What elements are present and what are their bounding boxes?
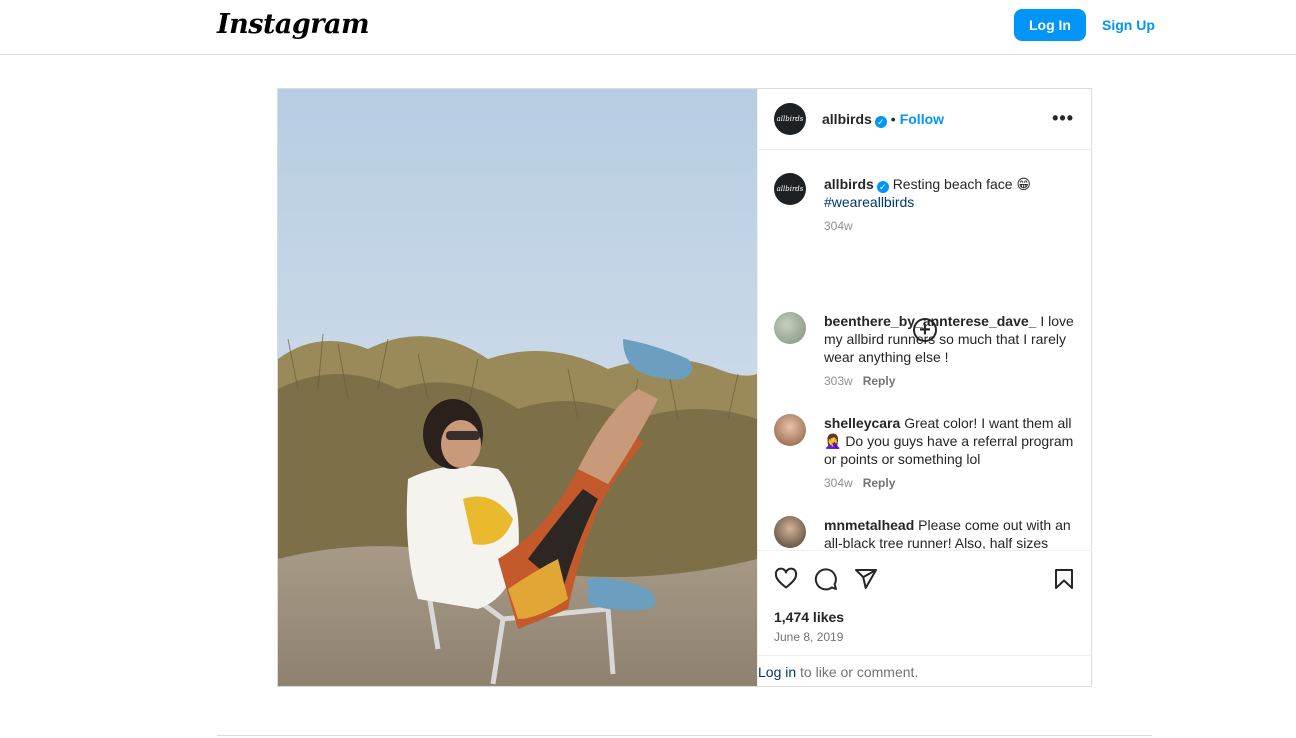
author-username[interactable]: allbirds: [822, 111, 872, 127]
comment-username[interactable]: beenthere_by_annterese_dave_: [824, 313, 1036, 329]
caption-age: 304w: [824, 219, 853, 233]
login-link[interactable]: Log in: [758, 664, 796, 680]
caption-avatar[interactable]: allbirds: [774, 173, 806, 205]
comment-meta: 304w Reply: [824, 474, 1079, 492]
commenter-avatar[interactable]: [774, 414, 806, 446]
heart-icon[interactable]: [774, 567, 798, 591]
reply-button[interactable]: Reply: [863, 374, 896, 388]
instagram-logo[interactable]: Instagram: [217, 9, 370, 40]
post-header: allbirds allbirds ✓ • Follow •••: [758, 89, 1092, 150]
post-sidebar: allbirds allbirds ✓ • Follow ••• allbirds a…: [757, 89, 1092, 686]
comment-age: 304w: [824, 476, 853, 490]
caption-text: Resting beach face 😁: [892, 176, 1032, 192]
footer-divider: [217, 735, 1152, 736]
post-date: June 8, 2019: [774, 630, 844, 644]
more-options-icon[interactable]: •••: [1052, 108, 1074, 129]
comment-meta: 303w Reply: [824, 372, 1079, 390]
comments-list[interactable]: allbirds allbirds ✓ Resting beach face 😁 …: [758, 151, 1092, 549]
caption-hashtag[interactable]: #weareallbirds: [824, 194, 914, 210]
login-prompt: Log in to like or comment.: [758, 655, 1092, 686]
comment-body: beenthere_by_annterese_dave_ I love my a…: [824, 312, 1079, 390]
comment-username[interactable]: mnmetalhead: [824, 517, 914, 533]
comment-body: shelleycara Great color! I want them all…: [824, 414, 1079, 492]
reply-button[interactable]: Reply: [863, 476, 896, 490]
commenter-avatar[interactable]: [774, 516, 806, 548]
caption-username[interactable]: allbirds: [824, 176, 874, 192]
author-avatar[interactable]: allbirds: [774, 103, 806, 135]
login-button[interactable]: Log In: [1014, 9, 1086, 41]
post-card: allbirds allbirds ✓ • Follow ••• allbirds a…: [277, 88, 1092, 687]
signup-link[interactable]: Sign Up: [1102, 17, 1155, 33]
separator-dot: •: [890, 111, 896, 127]
login-prompt-text: to like or comment.: [796, 664, 919, 680]
verified-badge-icon: ✓: [876, 181, 889, 193]
post-actions: 1,474 likes June 8, 2019: [758, 550, 1092, 655]
likes-count[interactable]: 1,474 likes: [774, 609, 844, 625]
author-line: allbirds ✓ • Follow: [822, 111, 944, 128]
top-navigation-bar: Instagram Log In Sign Up: [0, 0, 1296, 55]
comment-icon[interactable]: [814, 567, 838, 591]
follow-button[interactable]: Follow: [900, 111, 944, 127]
commenter-avatar[interactable]: [774, 312, 806, 344]
photo-illustration: [278, 89, 757, 686]
share-icon[interactable]: [854, 567, 878, 591]
comment-username[interactable]: shelleycara: [824, 415, 900, 431]
caption-text-block: allbirds ✓ Resting beach face 😁 #weareall…: [824, 175, 1079, 235]
comment-body: mnmetalhead Please come out with an all-…: [824, 516, 1079, 549]
comment-age: 303w: [824, 374, 853, 388]
bookmark-icon[interactable]: [1052, 567, 1076, 591]
post-photo[interactable]: [278, 89, 757, 686]
caption-meta: 304w: [824, 217, 1079, 235]
verified-badge-icon: ✓: [874, 116, 887, 128]
